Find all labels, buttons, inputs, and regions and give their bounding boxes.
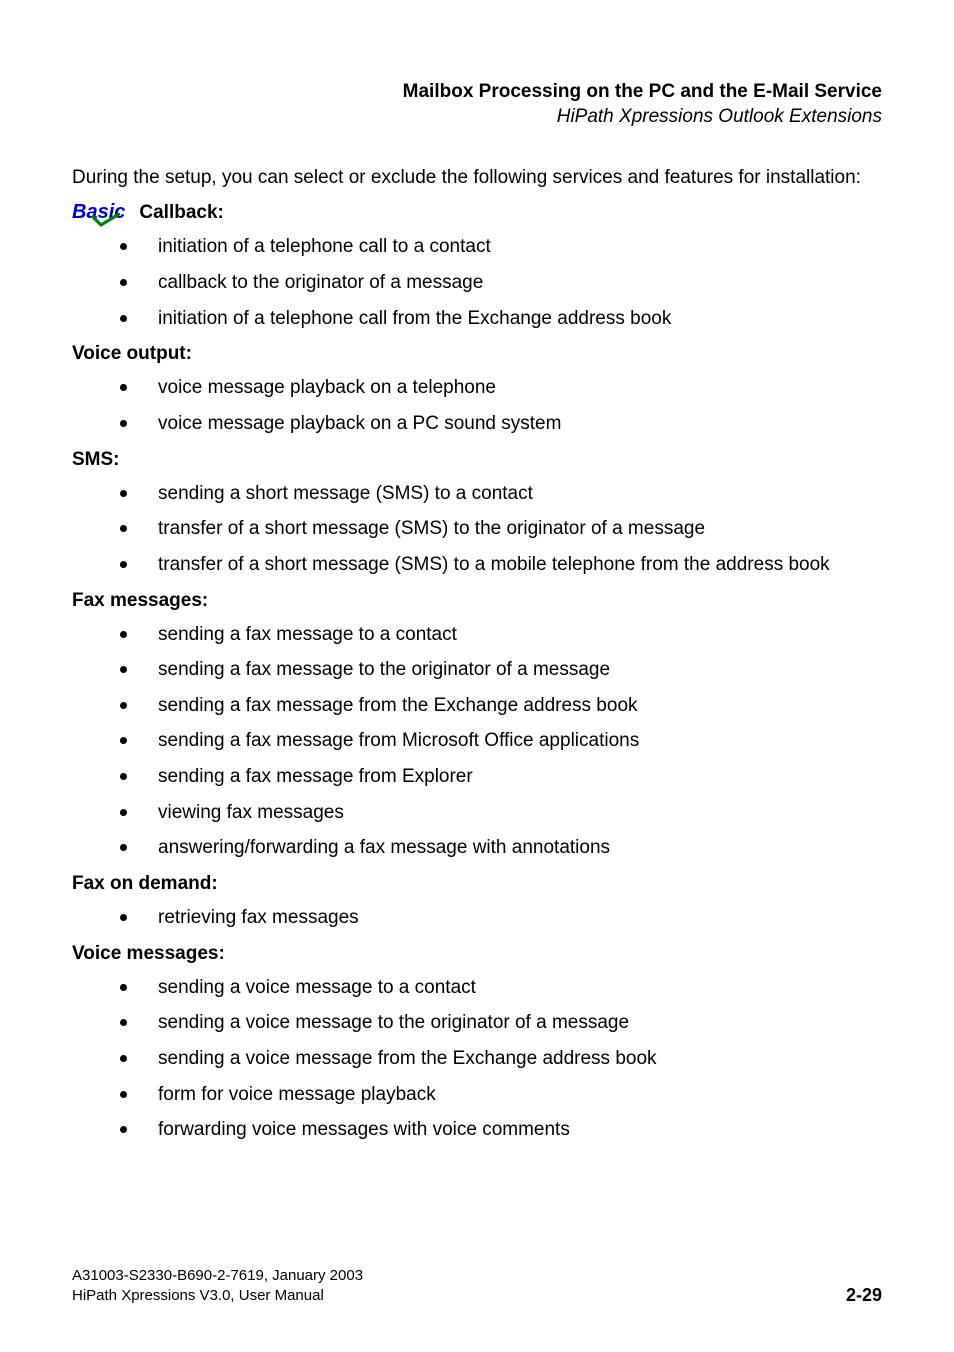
page-footer: A31003-S2330-B690-2-7619, January 2003 H… bbox=[72, 1266, 882, 1307]
fax-messages-list: sending a fax message to a contact sendi… bbox=[72, 622, 882, 861]
list-item: forwarding voice messages with voice com… bbox=[72, 1117, 882, 1143]
list-item: viewing fax messages bbox=[72, 800, 882, 826]
header-subtitle: HiPath Xpressions Outlook Extensions bbox=[72, 105, 882, 130]
list-item: initiation of a telephone call to a cont… bbox=[72, 234, 882, 260]
list-item: sending a voice message to the originato… bbox=[72, 1010, 882, 1036]
section-head-voice-output: Voice output: bbox=[72, 343, 882, 365]
list-item: form for voice message playback bbox=[72, 1082, 882, 1108]
section-title: SMS: bbox=[72, 449, 120, 471]
basic-badge: Basic bbox=[72, 201, 125, 224]
section-head-sms: SMS: bbox=[72, 449, 882, 471]
callback-list: initiation of a telephone call to a cont… bbox=[72, 234, 882, 331]
list-item: sending a fax message from Explorer bbox=[72, 764, 882, 790]
list-item: callback to the originator of a message bbox=[72, 270, 882, 296]
swoosh-icon bbox=[92, 213, 120, 227]
list-item: sending a fax message from Microsoft Off… bbox=[72, 728, 882, 754]
footer-left: A31003-S2330-B690-2-7619, January 2003 H… bbox=[72, 1266, 363, 1307]
voice-messages-list: sending a voice message to a contact sen… bbox=[72, 975, 882, 1143]
header-title: Mailbox Processing on the PC and the E-M… bbox=[72, 80, 882, 105]
list-item: voice message playback on a PC sound sys… bbox=[72, 411, 882, 437]
list-item: voice message playback on a telephone bbox=[72, 375, 882, 401]
voice-output-list: voice message playback on a telephone vo… bbox=[72, 375, 882, 436]
section-head-fax-on-demand: Fax on demand: bbox=[72, 873, 882, 895]
list-item: retrieving fax messages bbox=[72, 905, 882, 931]
section-head-fax-messages: Fax messages: bbox=[72, 590, 882, 612]
footer-line1: A31003-S2330-B690-2-7619, January 2003 bbox=[72, 1266, 363, 1286]
list-item: transfer of a short message (SMS) to a m… bbox=[72, 552, 882, 578]
footer-line2: HiPath Xpressions V3.0, User Manual bbox=[72, 1286, 363, 1306]
section-title: Fax messages: bbox=[72, 590, 208, 612]
page: Mailbox Processing on the PC and the E-M… bbox=[0, 0, 954, 1352]
section-title: Voice messages: bbox=[72, 943, 225, 965]
list-item: sending a voice message to a contact bbox=[72, 975, 882, 1001]
section-title: Fax on demand: bbox=[72, 873, 218, 895]
footer-page-number: 2-29 bbox=[846, 1285, 882, 1306]
section-title: Callback: bbox=[139, 202, 223, 224]
list-item: sending a fax message to the originator … bbox=[72, 657, 882, 683]
list-item: sending a voice message from the Exchang… bbox=[72, 1046, 882, 1072]
section-title: Voice output: bbox=[72, 343, 192, 365]
sms-list: sending a short message (SMS) to a conta… bbox=[72, 481, 882, 578]
list-item: sending a short message (SMS) to a conta… bbox=[72, 481, 882, 507]
page-header: Mailbox Processing on the PC and the E-M… bbox=[72, 80, 882, 129]
list-item: sending a fax message to a contact bbox=[72, 622, 882, 648]
fax-on-demand-list: retrieving fax messages bbox=[72, 905, 882, 931]
list-item: transfer of a short message (SMS) to the… bbox=[72, 516, 882, 542]
section-head-callback: Basic Callback: bbox=[72, 201, 882, 224]
list-item: initiation of a telephone call from the … bbox=[72, 306, 882, 332]
section-head-voice-messages: Voice messages: bbox=[72, 943, 882, 965]
list-item: answering/forwarding a fax message with … bbox=[72, 835, 882, 861]
intro-text: During the setup, you can select or excl… bbox=[72, 167, 882, 189]
list-item: sending a fax message from the Exchange … bbox=[72, 693, 882, 719]
